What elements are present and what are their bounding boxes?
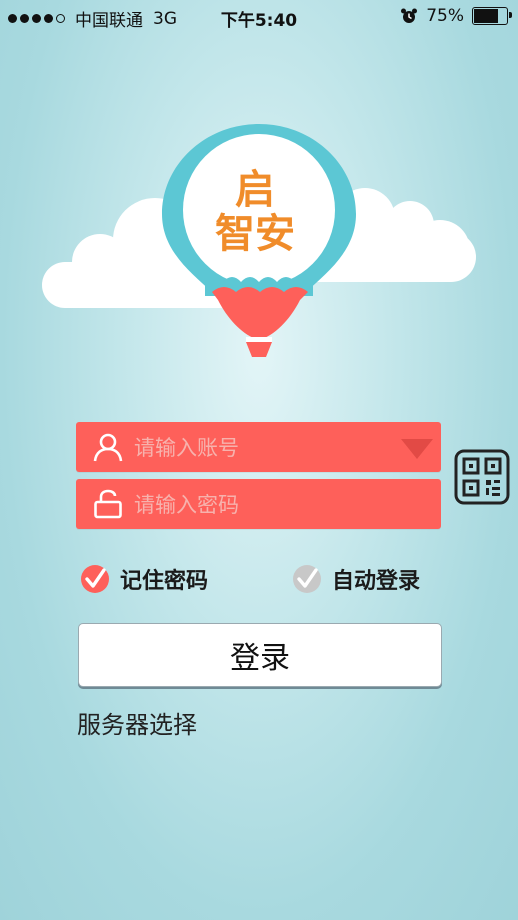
lock-icon xyxy=(94,489,122,519)
qr-code-icon[interactable] xyxy=(454,449,510,505)
login-button[interactable]: 登录 xyxy=(78,623,442,687)
app-logo-text: 启 智安 xyxy=(190,168,320,256)
check-icon xyxy=(293,565,321,593)
password-input[interactable] xyxy=(132,479,396,531)
logo-line-2: 智安 xyxy=(215,210,295,257)
auto-login-checkbox[interactable]: 自动登录 xyxy=(292,562,420,596)
user-icon xyxy=(93,433,123,462)
account-input[interactable] xyxy=(132,422,396,474)
check-icon xyxy=(81,565,109,593)
password-field[interactable] xyxy=(76,479,441,531)
triangle-down-icon[interactable] xyxy=(399,437,435,461)
server-select-link[interactable]: 服务器选择 xyxy=(77,705,197,740)
remember-password-label: 记住密码 xyxy=(120,569,209,594)
auto-login-label: 自动登录 xyxy=(332,569,421,594)
account-field[interactable] xyxy=(76,422,441,474)
logo-line-1: 启 xyxy=(235,166,275,213)
remember-password-checkbox[interactable]: 记住密码 xyxy=(80,562,208,596)
